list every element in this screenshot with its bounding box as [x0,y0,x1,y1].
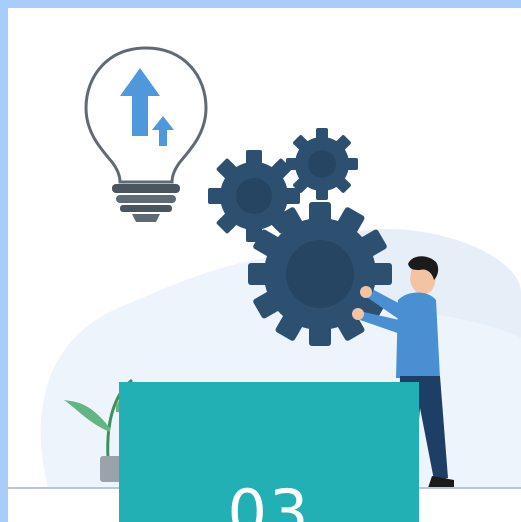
step-number: 03 [227,476,311,522]
step-number-badge: 03 [119,382,419,522]
card-frame: 03 [8,8,521,522]
arrow-up-icon [120,68,174,146]
gear-icon-small-right [286,128,358,200]
